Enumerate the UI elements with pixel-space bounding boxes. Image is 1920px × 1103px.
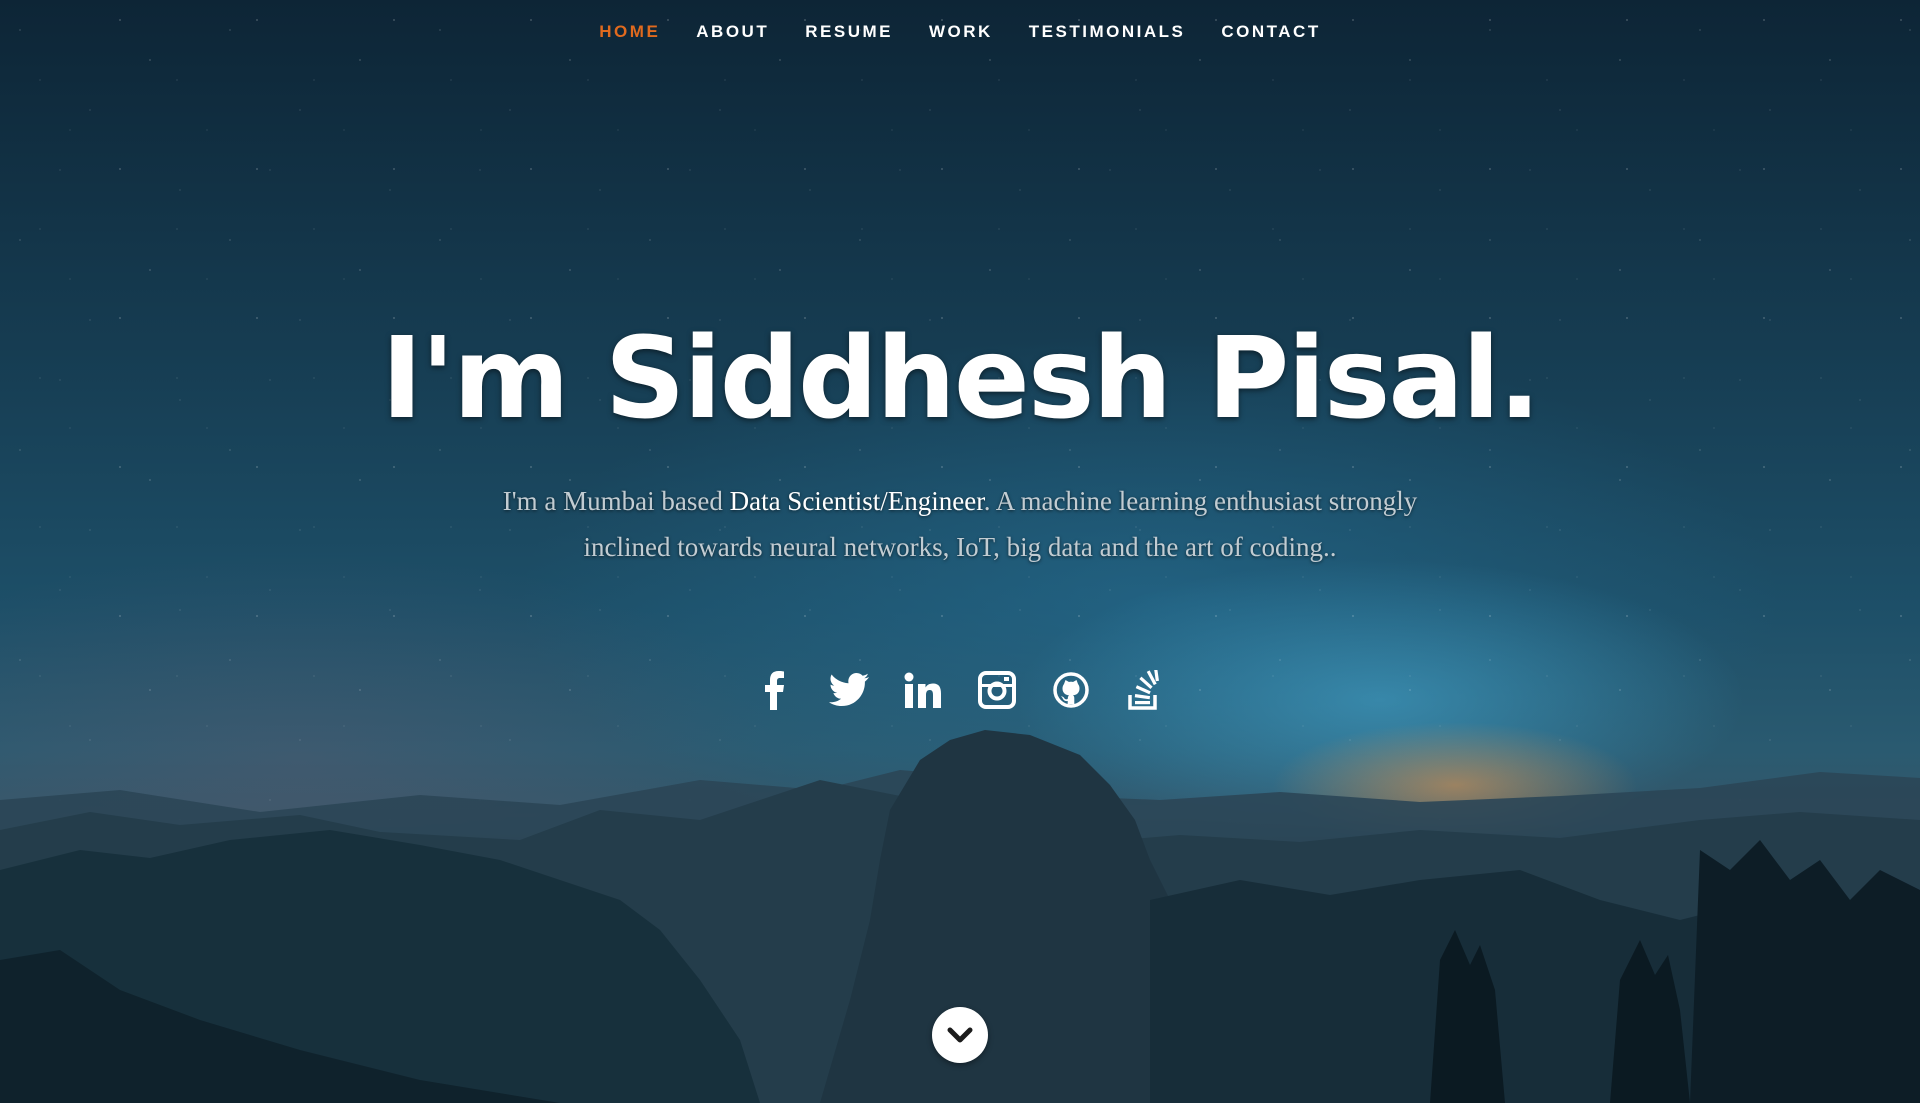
page-title: I'm Siddhesh Pisal. (381, 314, 1541, 444)
chevron-down-icon (947, 1027, 973, 1043)
nav-work[interactable]: WORK (911, 18, 1011, 46)
social-links (0, 668, 1920, 712)
stackoverflow-icon (1128, 670, 1159, 710)
github-icon (1053, 672, 1089, 708)
github-link[interactable] (1049, 668, 1093, 712)
nav-resume[interactable]: RESUME (787, 18, 911, 46)
nav-about[interactable]: ABOUT (678, 18, 787, 46)
nav-home[interactable]: HOME (581, 18, 678, 46)
twitter-icon (829, 673, 869, 706)
intro-text-before: I'm a Mumbai based (502, 486, 730, 516)
linkedin-icon (904, 672, 941, 708)
nav-testimonials[interactable]: TESTIMONIALS (1011, 18, 1204, 46)
scroll-down-button[interactable] (932, 1007, 988, 1063)
intro-text: I'm a Mumbai based Data Scientist/Engine… (460, 478, 1460, 570)
linkedin-link[interactable] (901, 668, 945, 712)
instagram-icon (978, 671, 1016, 709)
main-nav: HOME ABOUT RESUME WORK TESTIMONIALS CONT… (0, 18, 1920, 46)
intro-highlight: Data Scientist/Engineer (729, 486, 984, 516)
stackoverflow-link[interactable] (1123, 668, 1167, 712)
facebook-icon (765, 671, 784, 710)
twitter-link[interactable] (827, 668, 871, 712)
nav-contact[interactable]: CONTACT (1203, 18, 1338, 46)
instagram-link[interactable] (975, 668, 1019, 712)
facebook-link[interactable] (753, 668, 797, 712)
